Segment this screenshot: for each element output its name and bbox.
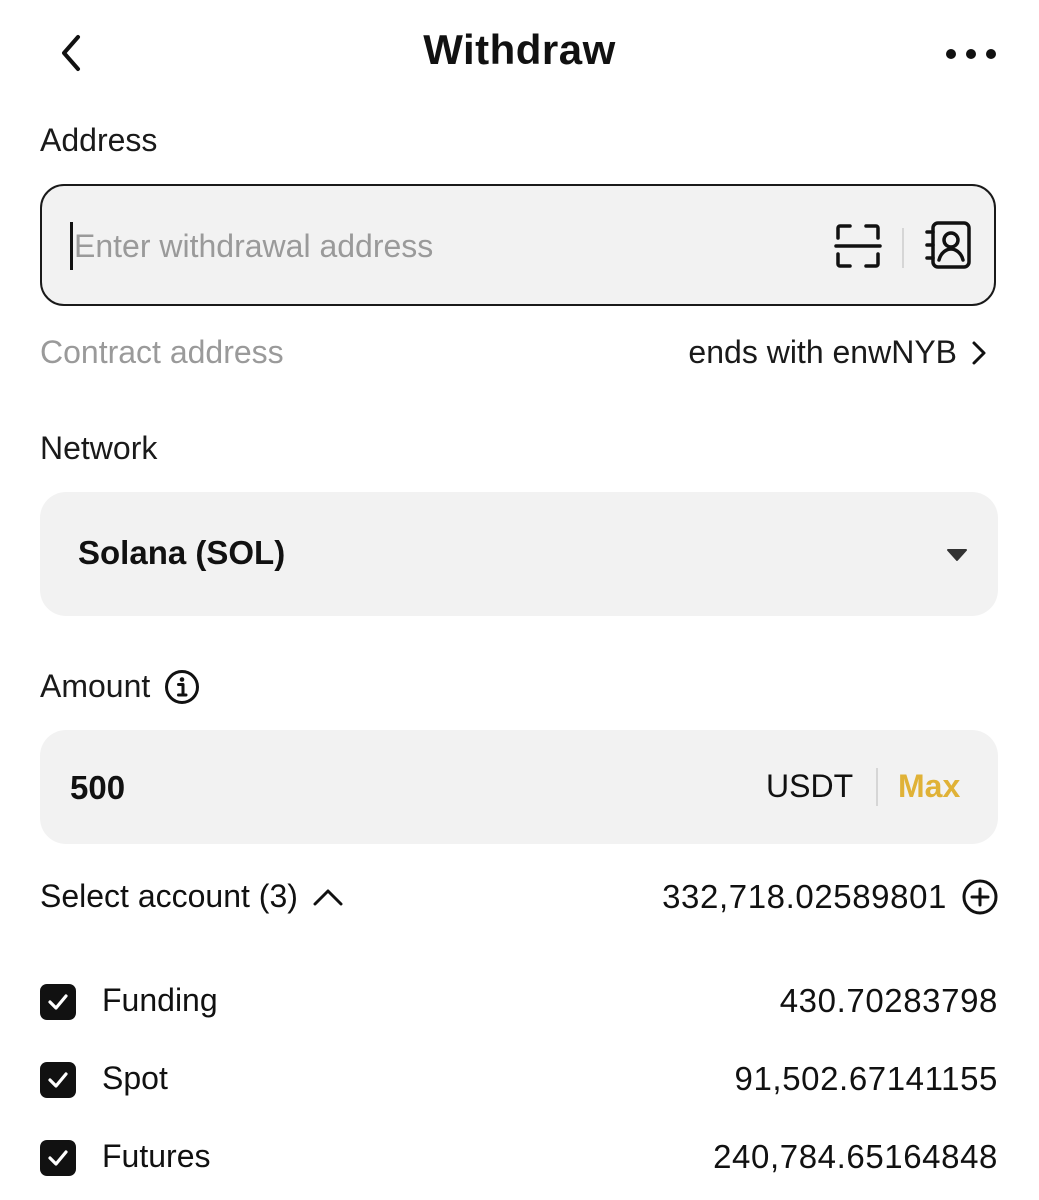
account-name: Futures (102, 1138, 211, 1174)
scan-icon (834, 224, 882, 268)
info-icon[interactable] (164, 669, 200, 705)
account-balance: 430.70283798 (779, 982, 998, 1019)
more-options-button[interactable] (936, 32, 1006, 76)
contract-address-label: Contract address (40, 334, 284, 370)
checkmark-icon (48, 1072, 68, 1088)
address-book-icon (925, 221, 971, 269)
select-account-label: Select account (3) (40, 878, 298, 914)
contract-address-value: ends with enwNYB (688, 334, 957, 370)
more-horizontal-icon (946, 49, 996, 59)
checkmark-icon (48, 994, 68, 1010)
network-selected-value: Solana (SOL) (78, 534, 286, 571)
spot-checkbox[interactable] (40, 1062, 76, 1098)
text-caret (70, 222, 73, 270)
total-balance: 332,718.02589801 (662, 878, 999, 916)
network-label: Network (40, 430, 158, 466)
amount-label: Amount (40, 668, 151, 704)
account-name: Funding (102, 982, 218, 1018)
account-row-futures: Futures 240,784.65164848 (40, 1138, 998, 1184)
network-select[interactable]: Solana (SOL) (40, 492, 998, 616)
chevron-right-icon (972, 341, 986, 364)
chevron-up-icon (313, 889, 343, 905)
currency-label: USDT (766, 768, 854, 804)
account-row-spot: Spot 91,502.67141155 (40, 1060, 998, 1106)
account-row-funding: Funding 430.70283798 (40, 982, 998, 1028)
funding-checkbox[interactable] (40, 984, 76, 1020)
add-circle-icon[interactable] (961, 878, 999, 916)
page-title: Withdraw (423, 26, 616, 73)
caret-down-icon (947, 549, 967, 561)
account-name: Spot (102, 1060, 168, 1096)
max-button[interactable]: Max (898, 768, 960, 805)
amount-divider (876, 768, 878, 806)
total-balance-value: 332,718.02589801 (662, 878, 947, 915)
select-account-toggle[interactable]: Select account (3) (40, 878, 344, 915)
futures-checkbox[interactable] (40, 1140, 76, 1176)
account-balance: 240,784.65164848 (713, 1138, 998, 1175)
scan-button[interactable] (834, 222, 882, 270)
address-field (40, 184, 996, 306)
amount-input[interactable] (68, 758, 672, 818)
field-divider (902, 228, 904, 268)
checkmark-icon (48, 1150, 68, 1166)
address-input[interactable] (70, 216, 814, 276)
amount-field: USDT Max (40, 730, 998, 844)
address-book-button[interactable] (924, 220, 972, 270)
account-balance: 91,502.67141155 (734, 1060, 998, 1097)
address-label: Address (40, 122, 158, 158)
contract-address-link[interactable]: ends with enwNYB (688, 334, 987, 371)
amount-label-row: Amount (40, 668, 200, 705)
